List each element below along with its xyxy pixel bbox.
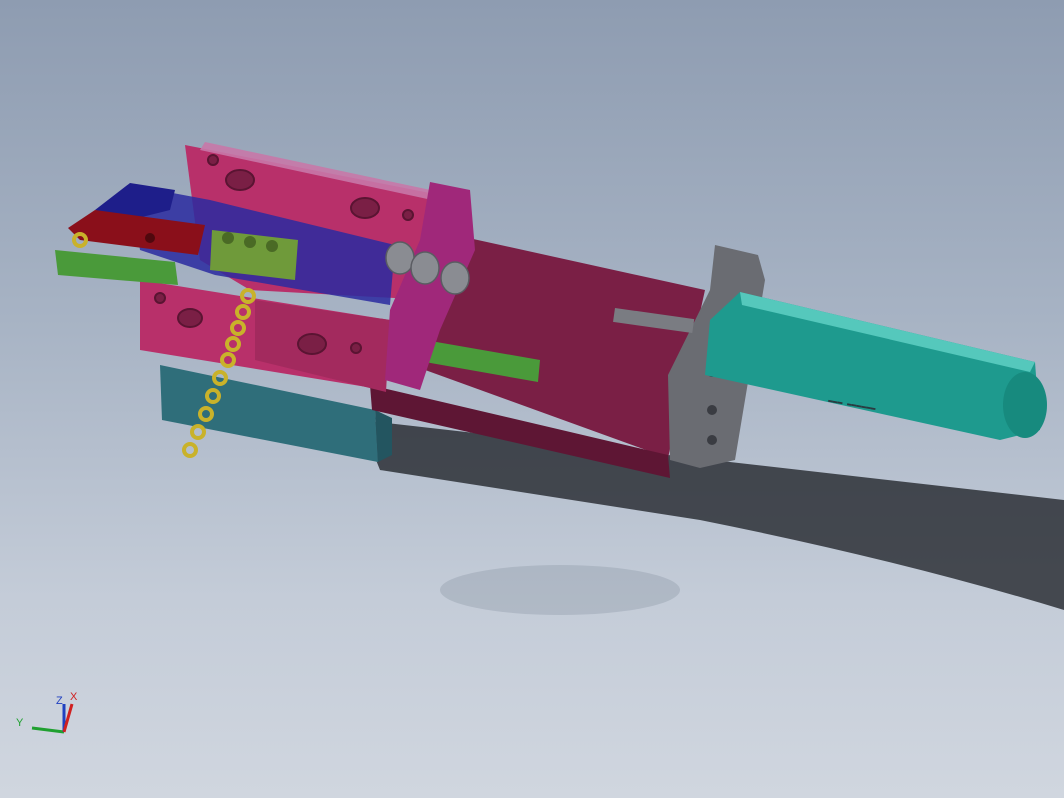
triad-x-label: X: [70, 691, 78, 703]
floor-shadow: [440, 565, 680, 615]
triad-y-axis: [31, 726, 65, 734]
triad-z-label: Z: [56, 695, 63, 707]
orientation-triad: Y Z X: [16, 691, 78, 734]
triad-y-label: Y: [16, 717, 24, 729]
pneumatic-cylinder: [705, 292, 1040, 440]
finger-pin-hole: [145, 233, 155, 243]
cad-viewport[interactable]: ▬▬▬ ▬▬▬▬▬▬: [0, 0, 1064, 798]
cylinder-end-cap: [1003, 372, 1047, 438]
